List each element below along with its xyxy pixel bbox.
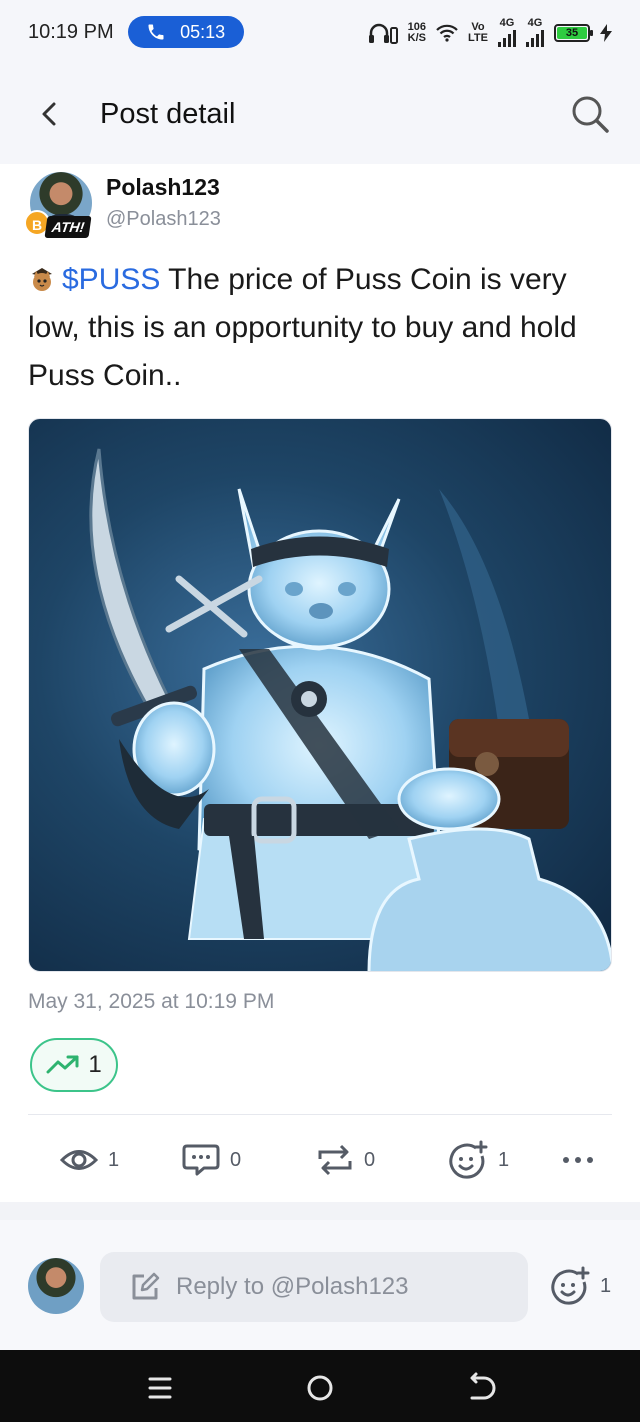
reply-input[interactable]: Reply to @Polash123 — [100, 1252, 528, 1322]
status-bar: 10:19 PM 05:13 106 K/S Vo LTE 4G 4G 35 — [0, 0, 640, 64]
home-icon[interactable] — [302, 1370, 338, 1406]
net-speed: 106 K/S — [407, 20, 427, 44]
comments-count: 0 — [230, 1148, 242, 1171]
post-body: $PUSS The price of Puss Coin is very low… — [28, 256, 612, 400]
post-timestamp: May 31, 2025 at 10:19 PM — [28, 990, 275, 1013]
system-nav-bar — [0, 1350, 640, 1422]
comment-button[interactable]: 0 — [182, 1136, 241, 1184]
charging-icon — [600, 23, 612, 42]
pirate-cat-emoji-icon — [32, 268, 52, 291]
volte-top: Vo — [471, 20, 485, 33]
sim2-label: 4G — [527, 17, 543, 29]
reposts-count: 0 — [364, 1148, 376, 1171]
reply-bar: Reply to @Polash123 1 — [0, 1220, 640, 1350]
ongoing-call-pill[interactable]: 05:13 — [127, 16, 244, 48]
sim2-signal: 4G — [526, 18, 544, 47]
headset-icon — [368, 23, 398, 44]
status-time: 10:19 PM — [28, 20, 114, 43]
wifi-icon — [436, 24, 458, 42]
add-reaction-icon — [551, 1266, 590, 1305]
recent-apps-icon[interactable] — [142, 1370, 178, 1406]
call-timer: 05:13 — [180, 21, 226, 42]
author-handle[interactable]: @Polash123 — [106, 208, 221, 231]
net-speed-value: 106 — [407, 20, 427, 33]
signal-bars-icon — [526, 29, 544, 47]
more-horizontal-icon — [563, 1157, 593, 1163]
trend-reaction-button[interactable]: 1 — [30, 1038, 118, 1092]
page-title: Post detail — [100, 98, 236, 130]
coin-ticker-link[interactable]: $PUSS — [62, 263, 160, 296]
volte-bottom: LTE — [468, 31, 488, 44]
reply-react-button[interactable]: 1 — [550, 1266, 611, 1306]
page-header: Post detail — [0, 64, 640, 164]
back-arrow-icon[interactable] — [36, 98, 64, 130]
pirate-cat-figurine-image — [89, 448, 611, 971]
signal-bars-icon — [498, 29, 516, 47]
reply-placeholder: Reply to @Polash123 — [176, 1273, 409, 1300]
sim1-signal: 4G — [498, 18, 516, 47]
status-icons: 106 K/S Vo LTE 4G 4G 35 — [368, 18, 612, 47]
post-image[interactable] — [28, 418, 612, 972]
post-author[interactable]: B ATH! Polash123 @Polash123 — [24, 168, 612, 240]
trending-up-icon — [46, 1055, 79, 1074]
ath-badge: ATH! — [44, 216, 92, 238]
views-button[interactable]: 1 — [60, 1136, 119, 1184]
divider — [28, 1114, 612, 1115]
post-actions: 1 0 0 1 — [28, 1136, 612, 1184]
net-speed-unit: K/S — [407, 31, 427, 44]
battery-level: 35 — [557, 26, 587, 39]
trend-count: 1 — [88, 1051, 102, 1078]
eye-icon — [60, 1150, 98, 1170]
phone-icon — [148, 24, 164, 40]
edit-icon — [132, 1272, 160, 1300]
reply-reaction-count: 1 — [600, 1274, 612, 1297]
views-count: 1 — [108, 1148, 120, 1171]
volte-indicator: Vo LTE — [468, 20, 488, 44]
current-user-avatar — [28, 1258, 84, 1314]
battery-icon: 35 — [554, 23, 593, 42]
sim1-label: 4G — [499, 17, 515, 29]
back-icon[interactable] — [462, 1370, 498, 1406]
section-separator — [0, 1202, 640, 1220]
react-button[interactable]: 1 — [448, 1136, 509, 1184]
repost-button[interactable]: 0 — [316, 1136, 375, 1184]
comment-icon — [182, 1144, 220, 1176]
more-options-button[interactable] — [562, 1136, 594, 1184]
repost-icon — [318, 1144, 352, 1176]
author-name[interactable]: Polash123 — [106, 174, 220, 201]
reactions-count: 1 — [498, 1148, 510, 1171]
search-icon[interactable] — [570, 94, 610, 134]
add-reaction-icon — [449, 1140, 488, 1179]
